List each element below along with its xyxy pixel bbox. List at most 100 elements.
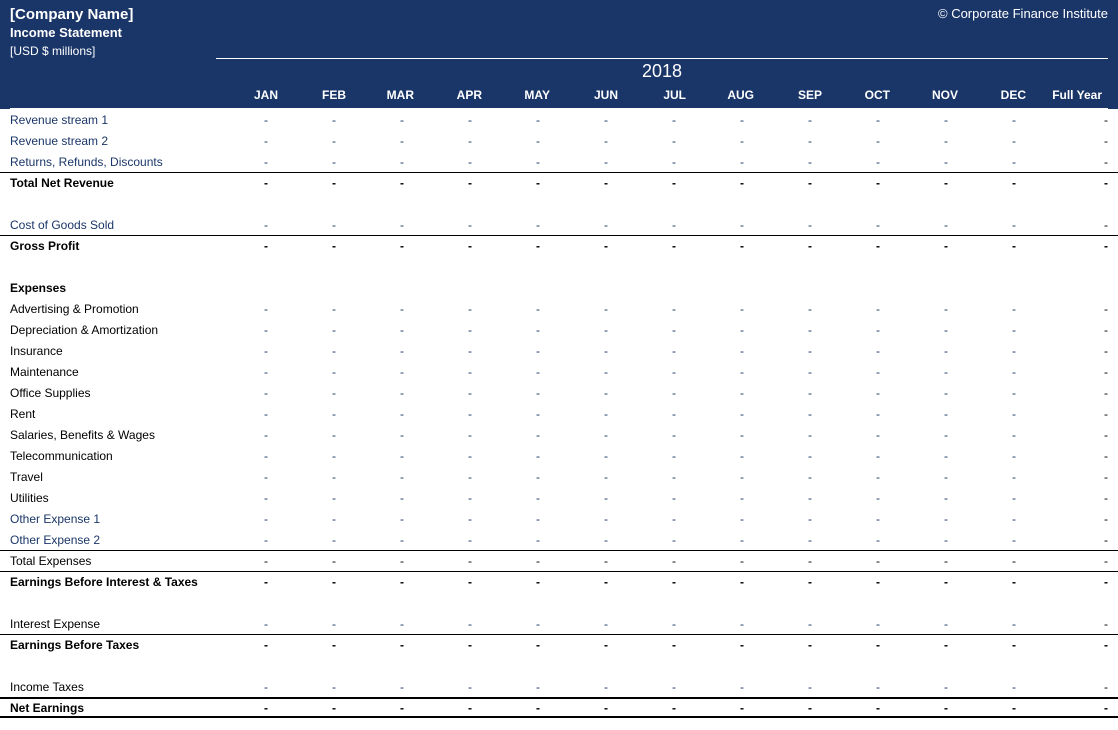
- cell: -: [614, 491, 682, 505]
- cell: -: [1022, 638, 1118, 652]
- cell: -: [342, 134, 410, 148]
- cell: -: [274, 407, 342, 421]
- cell: -: [1022, 575, 1118, 589]
- statement-body: Revenue stream 1-------------Revenue str…: [0, 109, 1118, 718]
- cell: -: [614, 155, 682, 169]
- cell: -: [886, 113, 954, 127]
- cell: -: [206, 113, 274, 127]
- cell: -: [478, 302, 546, 316]
- cell: -: [954, 491, 1022, 505]
- month-header-apr: APR: [420, 84, 488, 108]
- cell: -: [886, 323, 954, 337]
- cell: -: [954, 218, 1022, 232]
- cell: -: [274, 701, 342, 715]
- cell: -: [546, 554, 614, 568]
- row-expenses: Expenses: [0, 277, 1118, 298]
- year-value: 2018: [216, 58, 1108, 84]
- cell: -: [818, 134, 886, 148]
- cell: -: [1022, 239, 1118, 253]
- cell: -: [750, 512, 818, 526]
- cell: -: [546, 449, 614, 463]
- cell: -: [1022, 512, 1118, 526]
- cell: -: [342, 554, 410, 568]
- cell: -: [818, 239, 886, 253]
- row-revenue-stream-1: Revenue stream 1-------------: [0, 109, 1118, 130]
- cell: -: [206, 365, 274, 379]
- year-row: 2018: [10, 58, 1108, 84]
- cell: -: [750, 701, 818, 715]
- cell: -: [478, 428, 546, 442]
- cell: -: [614, 134, 682, 148]
- cell: -: [546, 428, 614, 442]
- month-header-full-year: Full Year: [1032, 84, 1108, 108]
- cell: -: [274, 533, 342, 547]
- cell: -: [614, 617, 682, 631]
- cell: -: [342, 512, 410, 526]
- month-header-jun: JUN: [556, 84, 624, 108]
- cell: -: [818, 470, 886, 484]
- row-label: Total Net Revenue: [0, 176, 206, 190]
- cell: -: [886, 428, 954, 442]
- cell: -: [682, 176, 750, 190]
- cell: -: [410, 491, 478, 505]
- cell: -: [682, 512, 750, 526]
- cell: -: [478, 554, 546, 568]
- cell: -: [546, 176, 614, 190]
- cell: -: [750, 407, 818, 421]
- cell: -: [410, 386, 478, 400]
- row-depreciation-amortization: Depreciation & Amortization-------------: [0, 319, 1118, 340]
- cell: -: [478, 680, 546, 694]
- cell: -: [478, 239, 546, 253]
- cell: -: [818, 449, 886, 463]
- cell: -: [274, 323, 342, 337]
- row-income-taxes: Income Taxes-------------: [0, 676, 1118, 697]
- cell: -: [750, 470, 818, 484]
- row-label: Total Expenses: [0, 554, 206, 568]
- cell: -: [682, 701, 750, 715]
- cell: -: [342, 491, 410, 505]
- cell: -: [274, 680, 342, 694]
- cell: -: [682, 533, 750, 547]
- cell: -: [682, 134, 750, 148]
- cell: -: [1022, 134, 1118, 148]
- cell: -: [206, 134, 274, 148]
- row-maintenance: Maintenance-------------: [0, 361, 1118, 382]
- cell: -: [750, 554, 818, 568]
- cell: -: [206, 701, 274, 715]
- cell: -: [478, 701, 546, 715]
- cell: -: [274, 365, 342, 379]
- cell: -: [886, 302, 954, 316]
- cell: -: [614, 176, 682, 190]
- cell: -: [410, 218, 478, 232]
- cell: -: [206, 638, 274, 652]
- cell: -: [818, 701, 886, 715]
- cell: -: [682, 638, 750, 652]
- cell: -: [206, 428, 274, 442]
- cell: -: [1022, 323, 1118, 337]
- cell: -: [206, 617, 274, 631]
- cell: -: [342, 365, 410, 379]
- cell: -: [954, 449, 1022, 463]
- cell: -: [682, 365, 750, 379]
- cell: -: [546, 680, 614, 694]
- row-label: Telecommunication: [0, 449, 206, 463]
- cell: -: [818, 638, 886, 652]
- cell: -: [886, 386, 954, 400]
- cell: -: [682, 554, 750, 568]
- cell: -: [206, 512, 274, 526]
- cell: -: [274, 386, 342, 400]
- cell: -: [886, 155, 954, 169]
- month-header-aug: AUG: [692, 84, 760, 108]
- cell: -: [342, 449, 410, 463]
- cell: -: [274, 491, 342, 505]
- cell: -: [1022, 701, 1118, 715]
- cell: -: [206, 407, 274, 421]
- cell: -: [682, 239, 750, 253]
- row-advertising-promotion: Advertising & Promotion-------------: [0, 298, 1118, 319]
- cell: -: [682, 344, 750, 358]
- cell: -: [546, 323, 614, 337]
- cell: -: [410, 323, 478, 337]
- cell: -: [410, 701, 478, 715]
- cell: -: [614, 575, 682, 589]
- cell: -: [410, 239, 478, 253]
